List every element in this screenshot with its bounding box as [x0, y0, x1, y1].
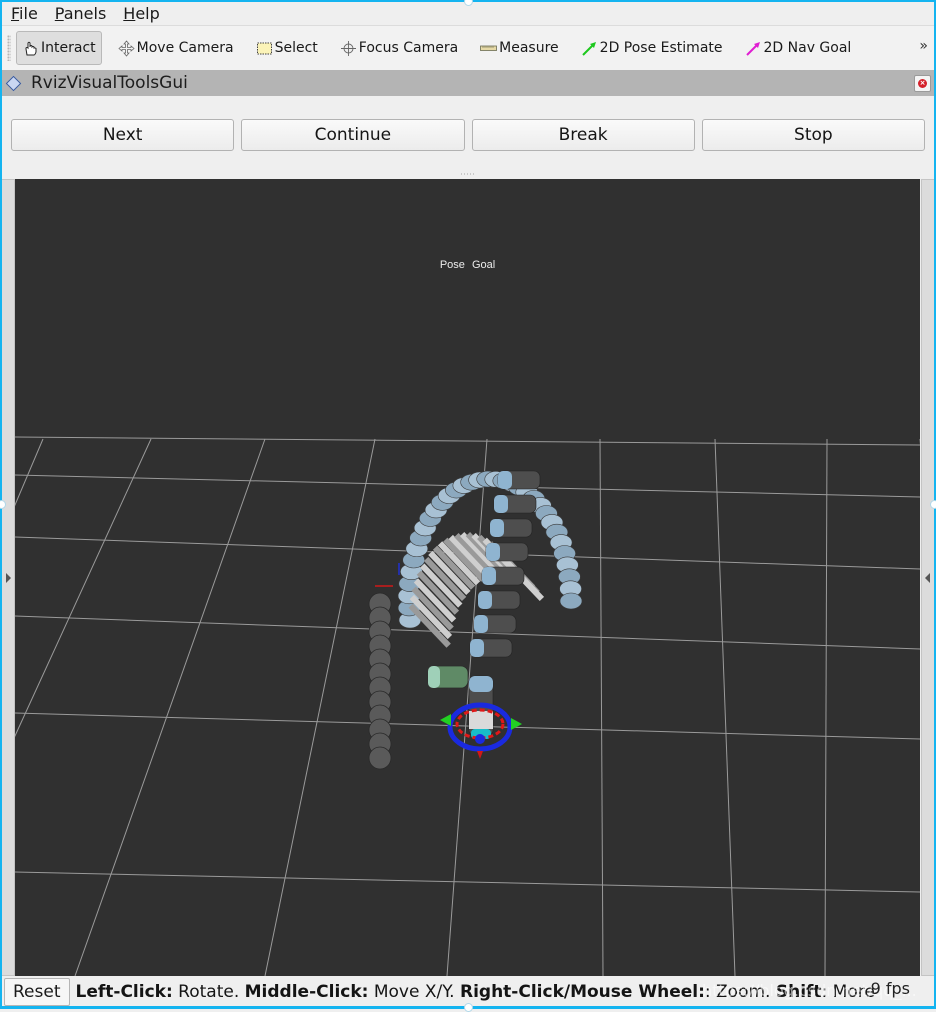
left-dock-collapse[interactable] [2, 179, 15, 976]
grid-line-depth [74, 438, 266, 976]
menu-panels[interactable]: Panels [46, 3, 115, 25]
tool-2d-nav-goal[interactable]: 2D Nav Goal [739, 31, 858, 65]
menu-help[interactable]: Help [114, 3, 167, 25]
ruler-icon [480, 40, 498, 57]
robot-wrist-ghost [490, 519, 504, 537]
robot-link-ghost [559, 592, 583, 610]
close-icon: × [918, 79, 927, 88]
break-button[interactable]: Break [471, 119, 695, 151]
tool-measure[interactable]: Measure [474, 31, 565, 65]
move-arrow-right [511, 718, 522, 730]
tool-select[interactable]: Select [250, 31, 324, 65]
green-arrow-icon [581, 40, 598, 57]
grid-line-depth [599, 438, 604, 976]
status-shift-desc: : More optior [821, 981, 876, 1002]
panel-button-row: Next Continue Break Stop [11, 119, 925, 151]
splitter-handle[interactable] [460, 173, 476, 175]
status-left-click-desc: Rotate. [172, 981, 245, 1002]
grid-line-horizontal [15, 871, 920, 893]
status-help-text: Left-Click: Rotate. Middle-Click: Move X… [76, 982, 876, 1002]
tool-2d-pose-estimate[interactable]: 2D Pose Estimate [575, 31, 729, 65]
menu-file[interactable]: File [2, 3, 46, 25]
move-handle-blue [475, 734, 485, 744]
tool-2d-pose-estimate-label: 2D Pose Estimate [599, 40, 723, 56]
magenta-arrow-icon [745, 40, 762, 57]
grid-line-depth [824, 438, 828, 976]
robot-final-wrist [469, 676, 493, 692]
status-right-click-key: Right-Click/Mouse Wheel: [459, 981, 705, 1002]
continue-button[interactable]: Continue [241, 119, 465, 151]
next-button[interactable]: Next [11, 119, 235, 151]
robot-wrist-ghost [478, 591, 492, 609]
resize-handle-bottom[interactable] [464, 1003, 473, 1012]
menu-help-mnemonic: H [123, 3, 136, 23]
panel-title-bar[interactable]: RvizVisualToolsGui × [2, 70, 934, 96]
menu-file-label: ile [19, 3, 38, 23]
tool-interact-label: Interact [41, 40, 96, 56]
stop-button[interactable]: Stop [701, 119, 925, 151]
status-right-click-desc: : Zoom. [704, 981, 776, 1002]
reset-view-button[interactable]: Reset [4, 977, 70, 1006]
robot-wrist-ghost [498, 471, 512, 489]
move-camera-icon [118, 39, 135, 57]
robot-final-flange [469, 711, 493, 729]
robot-wrist-ghost [482, 567, 496, 585]
menu-panels-label: anels [63, 3, 107, 23]
menu-file-mnemonic: F [11, 3, 20, 23]
grid-line-depth [714, 438, 736, 976]
menu-panels-mnemonic: P [54, 3, 64, 23]
expand-left-arrow-icon [6, 573, 11, 583]
robot-wrist-ghost [486, 543, 500, 561]
focus-crosshair-icon [340, 40, 357, 57]
grid-line-depth [15, 438, 152, 738]
robot-wrist-ghost [470, 639, 484, 657]
panel-title: RvizVisualToolsGui [31, 73, 188, 93]
tool-select-label: Select [274, 40, 318, 56]
panel-close-button[interactable]: × [914, 75, 931, 92]
pose-goal-label: Pose Goal [439, 259, 496, 271]
status-bar: Reset Left-Click: Rotate. Middle-Click: … [2, 977, 934, 1006]
grid-line-horizontal [15, 615, 920, 650]
tool-move-camera-label: Move Camera [136, 40, 234, 56]
status-middle-click-key: Middle-Click: [244, 981, 369, 1002]
grid-line-horizontal [15, 436, 920, 446]
tool-interact[interactable]: Interact [16, 31, 102, 65]
robot-wrist-ghost [474, 615, 488, 633]
grid-line-depth [15, 438, 44, 507]
select-box-icon [256, 40, 273, 57]
resize-handle-right[interactable] [930, 500, 936, 509]
tool-measure-label: Measure [499, 40, 559, 56]
tool-focus-camera-label: Focus Camera [358, 40, 459, 56]
toolbar-grip-handle[interactable] [7, 35, 11, 61]
status-shift-key: Shift [775, 981, 822, 1002]
tool-focus-camera[interactable]: Focus Camera [334, 31, 464, 65]
robot-joint-ghost [368, 746, 392, 770]
robot-tool-green-cap [428, 666, 440, 688]
move-arrow-left [440, 714, 451, 726]
menu-help-label: elp [135, 3, 160, 23]
tool-move-camera[interactable]: Move Camera [112, 31, 240, 65]
fps-counter: 9 fps [870, 979, 910, 998]
tool-2d-nav-goal-label: 2D Nav Goal [763, 40, 852, 56]
hand-pointer-icon [22, 40, 39, 57]
robot-wrist-ghost [494, 495, 508, 513]
panel-diamond-icon [5, 75, 22, 91]
toolbar-overflow-button[interactable]: » [919, 38, 928, 54]
expand-right-arrow-icon [925, 573, 930, 583]
status-left-click-key: Left-Click: [75, 981, 173, 1002]
status-middle-click-desc: Move X/Y. [368, 981, 460, 1002]
grid-line-depth [264, 438, 376, 976]
3d-render-viewport[interactable]: Pose Goal [15, 179, 920, 976]
right-dock-collapse[interactable] [921, 179, 934, 976]
scene-svg [15, 436, 920, 976]
move-arrow-down [477, 751, 483, 759]
tools-toolbar: Interact Move Camera Select Focus Camera… [2, 25, 934, 71]
